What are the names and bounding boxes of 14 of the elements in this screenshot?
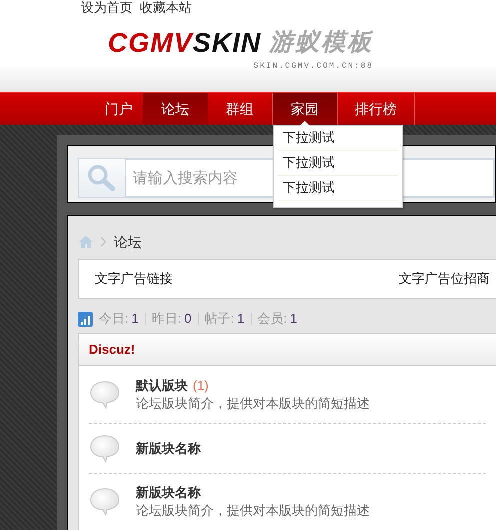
logo-url: SKIN.CGMV.COM.CN:88 xyxy=(254,62,374,72)
post-count: (1) xyxy=(193,376,209,394)
stat-value: 0 xyxy=(184,310,192,328)
stat-value: 1 xyxy=(132,310,139,328)
stat-label: 会员: xyxy=(258,310,288,328)
logo-text: CGMVSKIN xyxy=(108,28,262,58)
stat-value: 1 xyxy=(237,310,245,328)
forum-description: 论坛版块简介，提供对本版块的简短描述 xyxy=(136,502,370,520)
forum-description: 论坛版块简介，提供对本版块的简短描述 xyxy=(136,394,370,412)
stat-value: 1 xyxy=(290,310,298,328)
stat-label: 今日: xyxy=(99,310,129,328)
stat-label: 帖子: xyxy=(204,310,234,328)
logo-chinese-text: 游蚁模板 xyxy=(270,28,374,58)
stat-label: 昨日: xyxy=(152,310,182,328)
